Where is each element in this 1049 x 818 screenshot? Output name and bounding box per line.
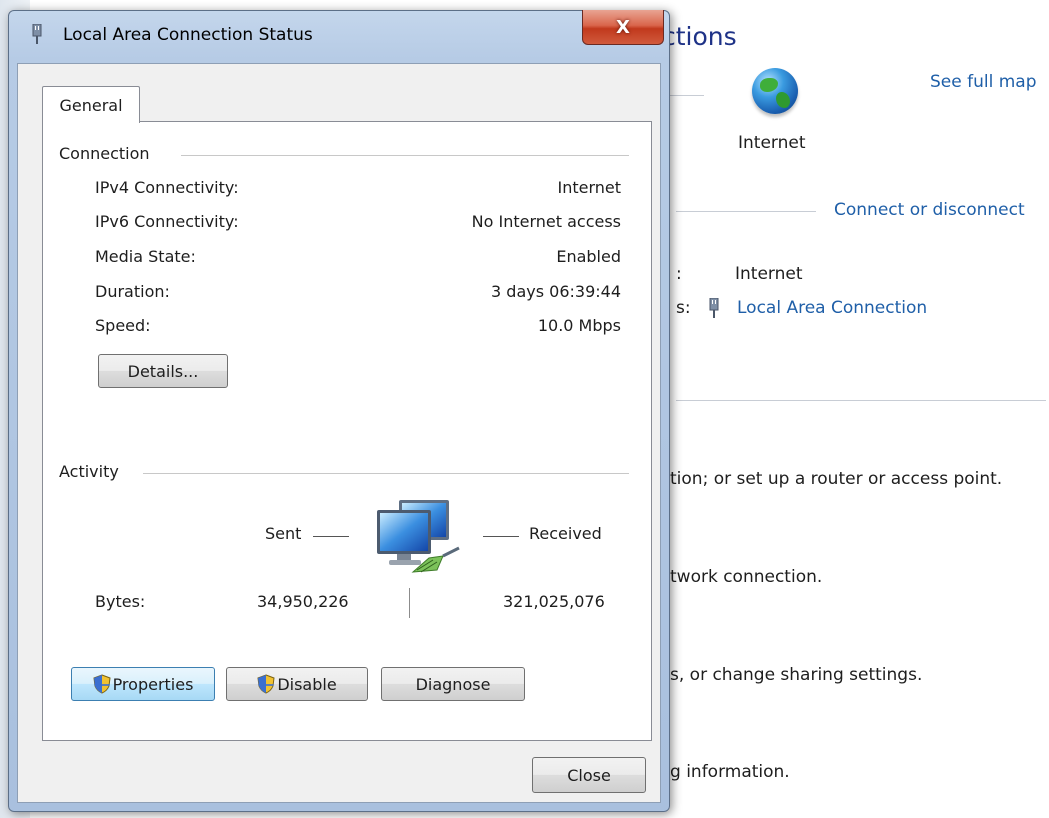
activity-separator: [409, 588, 410, 618]
internet-label: Internet: [738, 133, 806, 153]
network-adapter-icon: [32, 24, 42, 44]
network-adapter-icon: [709, 298, 719, 318]
media-state-label: Media State:: [95, 247, 196, 266]
connection-group-title: Connection: [59, 144, 158, 163]
background-divider: [676, 211, 816, 212]
setup-router-text: tion; or set up a router or access point…: [670, 469, 1003, 489]
duration-value: 3 days 06:39:44: [491, 282, 621, 301]
access-type-colon: :: [676, 264, 682, 284]
activity-group-title: Activity: [59, 462, 127, 481]
ipv6-connectivity-value: No Internet access: [471, 212, 621, 231]
group-divider: [181, 155, 629, 156]
diagnose-button[interactable]: Diagnose: [381, 667, 525, 701]
troubleshooting-info-text: g information.: [670, 762, 790, 782]
details-button[interactable]: Details...: [98, 354, 228, 388]
background-page-title: ctions: [662, 22, 737, 51]
local-area-connection-link[interactable]: Local Area Connection: [737, 298, 927, 318]
speed-value: 10.0 Mbps: [537, 316, 621, 335]
dialog-title: Local Area Connection Status: [63, 25, 313, 45]
received-label: Received: [529, 524, 602, 543]
duration-label: Duration:: [95, 282, 170, 301]
bytes-label: Bytes:: [95, 592, 146, 611]
sent-dash: [313, 536, 349, 537]
background-divider: [676, 400, 1046, 401]
bytes-received-value: 321,025,076: [503, 592, 605, 611]
properties-button-label: Properties: [112, 674, 194, 694]
ipv6-connectivity-label: IPv6 Connectivity:: [95, 212, 239, 231]
uac-shield-icon: [257, 674, 275, 694]
window-close-button[interactable]: X: [582, 10, 664, 45]
ipv4-connectivity-label: IPv4 Connectivity:: [95, 178, 239, 197]
group-divider: [143, 473, 629, 474]
dialog-client-area: General Connection IPv4 Connectivity: In…: [17, 63, 661, 803]
network-computers-icon: [377, 500, 460, 573]
connect-or-disconnect-link[interactable]: Connect or disconnect: [834, 200, 1025, 220]
general-tab-panel: Connection IPv4 Connectivity: Internet I…: [42, 121, 652, 741]
speed-label: Speed:: [95, 316, 151, 335]
tab-general[interactable]: General: [42, 86, 140, 123]
ipv4-connectivity-value: Internet: [557, 178, 621, 197]
disable-button[interactable]: Disable: [226, 667, 368, 701]
media-state-value: Enabled: [556, 247, 621, 266]
access-type-value: Internet: [735, 264, 803, 284]
close-button[interactable]: Close: [532, 757, 646, 793]
received-dash: [483, 536, 519, 537]
local-area-connection-status-dialog: Local Area Connection Status X General C…: [8, 10, 670, 812]
internet-globe-icon: [752, 68, 798, 114]
disable-button-label: Disable: [277, 674, 337, 694]
bytes-sent-value: 34,950,226: [257, 592, 349, 611]
close-icon: X: [616, 16, 630, 38]
properties-button[interactable]: Properties: [71, 667, 215, 701]
sent-label: Sent: [265, 524, 302, 543]
background-divider: [668, 95, 704, 96]
network-connection-text: twork connection.: [670, 567, 823, 587]
see-full-map-link[interactable]: See full map: [930, 72, 1037, 92]
uac-shield-icon: [93, 674, 111, 694]
connections-label-fragment: s:: [676, 298, 691, 318]
sharing-settings-text: s, or change sharing settings.: [670, 665, 923, 685]
